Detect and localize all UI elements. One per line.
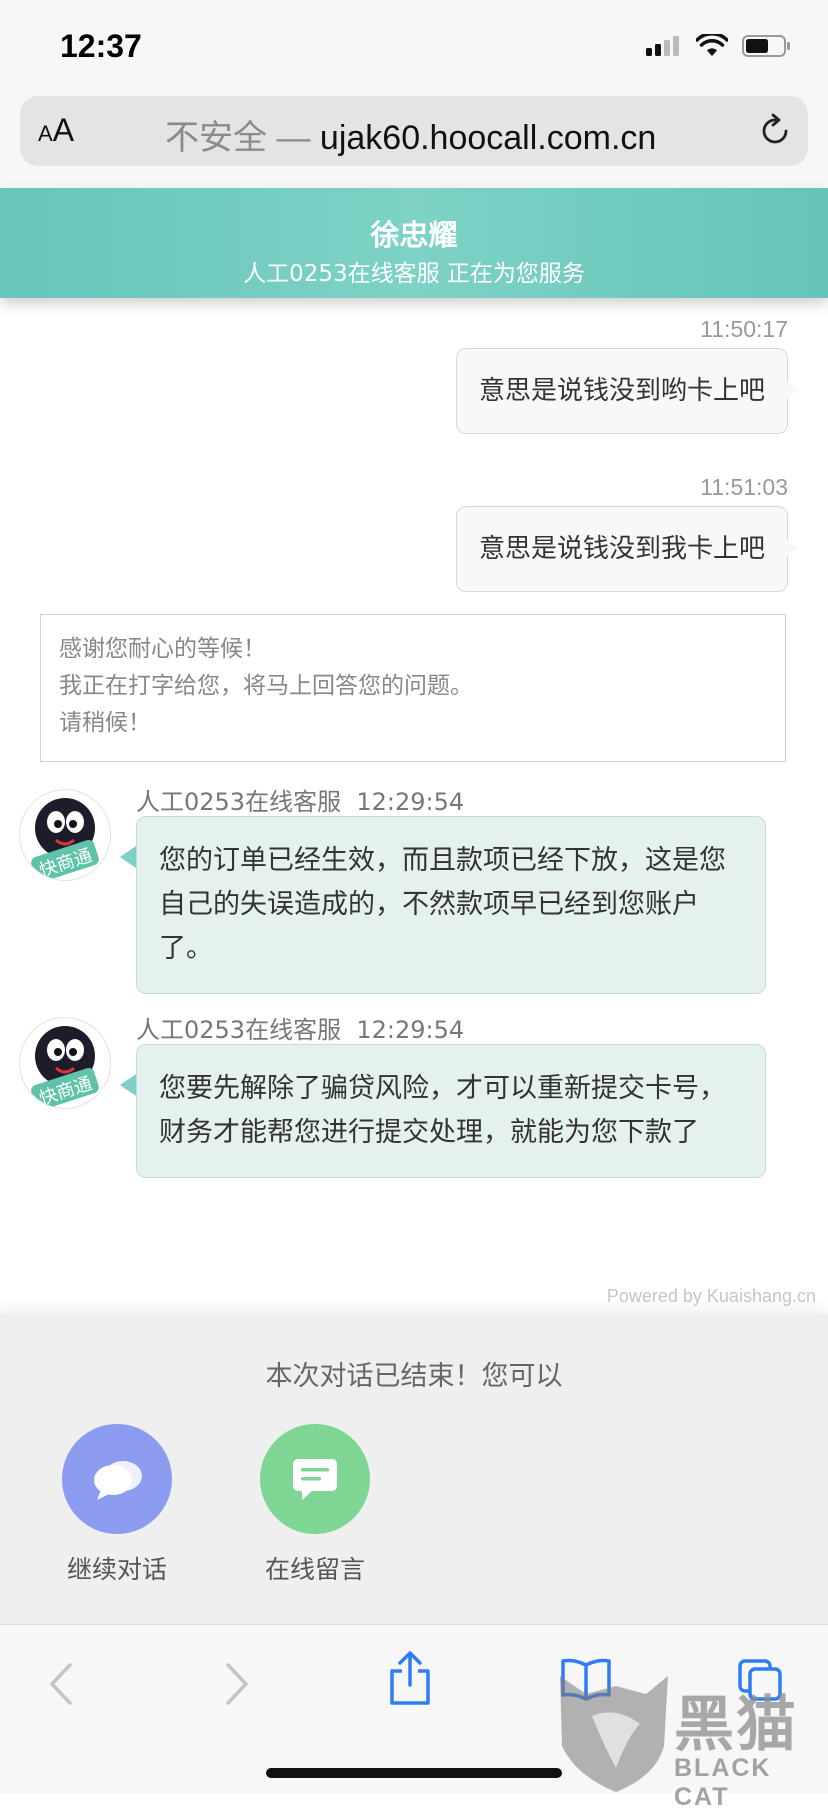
message-timestamp: 11:50:17	[700, 316, 788, 342]
notice-line: 请稍候！	[59, 710, 151, 736]
sender-name: 人工0253在线客服	[136, 788, 342, 816]
leave-message-button[interactable]: 在线留言	[240, 1424, 390, 1586]
notice-line: 感谢您耐心的等候！	[59, 636, 266, 662]
user-message-bubble: 意思是说钱没到哟卡上吧	[455, 348, 800, 434]
message-timestamp: 12:29:54	[356, 788, 465, 816]
agent-message-meta: 人工0253在线客服 12:29:54	[136, 782, 464, 817]
chat-header: 徐忠耀 人工0253在线客服 正在为您服务	[0, 188, 828, 298]
agent-avatar: 快商通	[20, 790, 110, 880]
continue-chat-button[interactable]: 继续对话	[42, 1424, 192, 1586]
waiting-notice: 感谢您耐心的等候！ 我正在打字给您，将马上回答您的问题。 请稍候！	[40, 614, 786, 762]
bubble-tail	[120, 1074, 136, 1096]
message-timestamp: 12:29:54	[356, 1016, 465, 1044]
status-icons	[646, 34, 792, 58]
address-bar[interactable]: AA 不安全 — ujak60.hoocall.com.cn	[20, 96, 808, 166]
share-icon[interactable]	[388, 1649, 432, 1707]
conversation-ended-panel: 本次对话已结束！您可以 继续对话 在线留言	[0, 1314, 828, 1624]
status-bar: 12:37	[0, 0, 828, 92]
text-size-button[interactable]: AA	[38, 112, 74, 149]
watermark-en: BLACK CAT	[674, 1754, 772, 1811]
black-cat-watermark: 黑猫 BLACK CAT	[556, 1676, 828, 1811]
back-icon[interactable]	[46, 1661, 76, 1707]
agent-message-bubble: 您的订单已经生效，而且款项已经下放，这是您自己的失误造成的，不然款项早已经到您账…	[136, 816, 766, 994]
agent-message-bubble: 您要先解除了骗贷风险，才可以重新提交卡号，财务才能帮您进行提交处理，就能为您下款…	[136, 1044, 766, 1178]
url-text[interactable]: 不安全 — ujak60.hoocall.com.cn	[165, 110, 656, 159]
user-message-bubble: 意思是说钱没到我卡上吧	[455, 506, 800, 592]
battery-icon	[742, 35, 790, 57]
agent-message-meta: 人工0253在线客服 12:29:54	[136, 1010, 464, 1045]
home-indicator[interactable]	[266, 1768, 562, 1778]
forward-icon[interactable]	[222, 1661, 252, 1707]
chat-bubbles-icon	[94, 1461, 142, 1500]
message-timestamp: 11:51:03	[700, 474, 788, 500]
cellular-signal-icon	[646, 36, 679, 56]
cat-mascot-icon: 快商通	[31, 798, 99, 880]
status-time: 12:37	[60, 28, 142, 64]
cat-mascot-icon: 快商通	[31, 1026, 99, 1108]
agent-avatar: 快商通	[20, 1018, 110, 1108]
browser-address-area: AA 不安全 — ujak60.hoocall.com.cn	[0, 92, 828, 188]
continue-chat-label: 继续对话	[66, 1555, 167, 1584]
agent-status: 人工0253在线客服 正在为您服务	[243, 261, 585, 287]
reload-icon[interactable]	[756, 112, 794, 150]
message-icon	[293, 1459, 337, 1500]
powered-by-link[interactable]: Powered by Kuaishang.cn	[607, 1286, 816, 1307]
conversation-ended-text: 本次对话已结束！您可以	[265, 1361, 563, 1392]
leave-message-circle[interactable]	[260, 1424, 370, 1534]
leave-message-label: 在线留言	[264, 1555, 365, 1584]
watermark-cn: 黑猫	[674, 1690, 798, 1760]
sender-name: 人工0253在线客服	[136, 1016, 342, 1044]
insecure-label: 不安全 —	[165, 119, 311, 157]
black-cat-logo-icon	[560, 1676, 668, 1792]
agent-name: 徐忠耀	[370, 218, 458, 252]
wifi-icon	[696, 34, 728, 56]
bubble-tail	[120, 846, 136, 868]
continue-chat-circle[interactable]	[62, 1424, 172, 1534]
url-domain: ujak60.hoocall.com.cn	[319, 119, 657, 157]
notice-line: 我正在打字给您，将马上回答您的问题。	[59, 673, 473, 699]
